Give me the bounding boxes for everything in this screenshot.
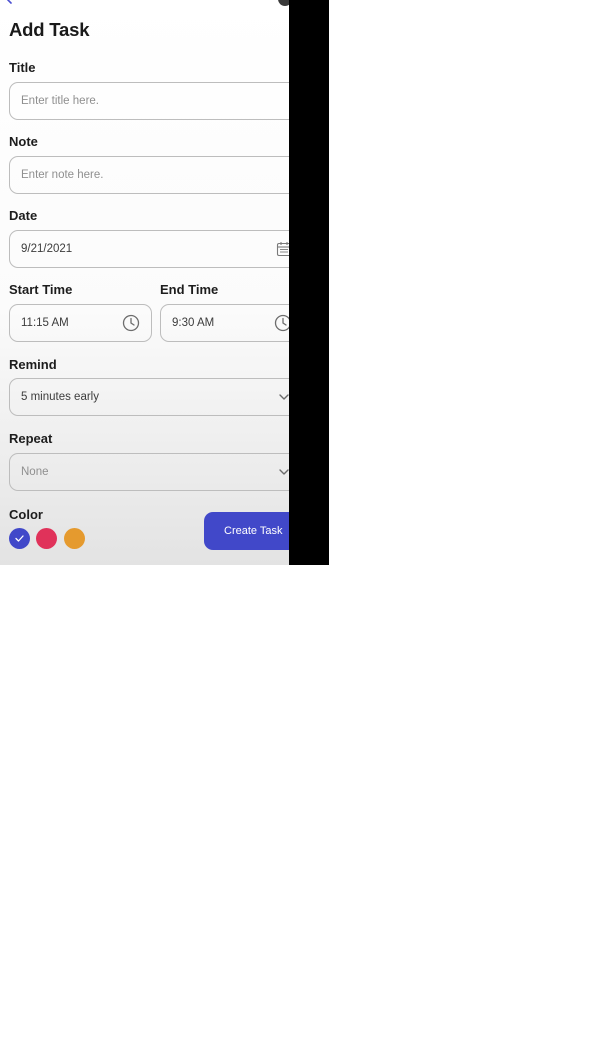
date-value: 9/21/2021 bbox=[21, 243, 73, 255]
end-time-field[interactable]: 9:30 AM bbox=[160, 304, 310, 342]
date-label: Date bbox=[9, 208, 38, 223]
color-option-orange[interactable] bbox=[64, 528, 85, 549]
title-input[interactable]: Enter title here. bbox=[9, 82, 309, 120]
clock-icon[interactable] bbox=[122, 314, 140, 332]
remind-select[interactable]: 5 minutes early bbox=[9, 378, 309, 416]
start-time-label: Start Time bbox=[9, 282, 73, 297]
page-title: Add Task bbox=[9, 19, 90, 40]
add-task-screen: Add Task Title Enter title here. Note En… bbox=[0, 0, 329, 565]
start-time-field[interactable]: 11:15 AM bbox=[9, 304, 152, 342]
end-time-value: 9:30 AM bbox=[172, 317, 215, 329]
color-label: Color bbox=[9, 507, 43, 522]
title-label: Title bbox=[9, 60, 36, 75]
note-placeholder: Enter note here. bbox=[21, 169, 104, 181]
title-placeholder: Enter title here. bbox=[21, 95, 99, 107]
remind-value: 5 minutes early bbox=[21, 391, 99, 403]
black-overlay bbox=[289, 0, 329, 565]
note-label: Note bbox=[9, 134, 38, 149]
back-arrow-icon[interactable] bbox=[4, 0, 14, 4]
check-icon bbox=[15, 535, 24, 542]
start-time-value: 11:15 AM bbox=[21, 317, 69, 329]
color-option-pink[interactable] bbox=[36, 528, 57, 549]
note-input[interactable]: Enter note here. bbox=[9, 156, 309, 194]
remind-label: Remind bbox=[9, 357, 57, 372]
repeat-label: Repeat bbox=[9, 431, 53, 446]
repeat-value: None bbox=[21, 466, 49, 478]
color-option-blue[interactable] bbox=[9, 528, 30, 549]
repeat-select[interactable]: None bbox=[9, 453, 309, 491]
date-field[interactable]: 9/21/2021 bbox=[9, 230, 309, 268]
end-time-label: End Time bbox=[160, 282, 219, 297]
